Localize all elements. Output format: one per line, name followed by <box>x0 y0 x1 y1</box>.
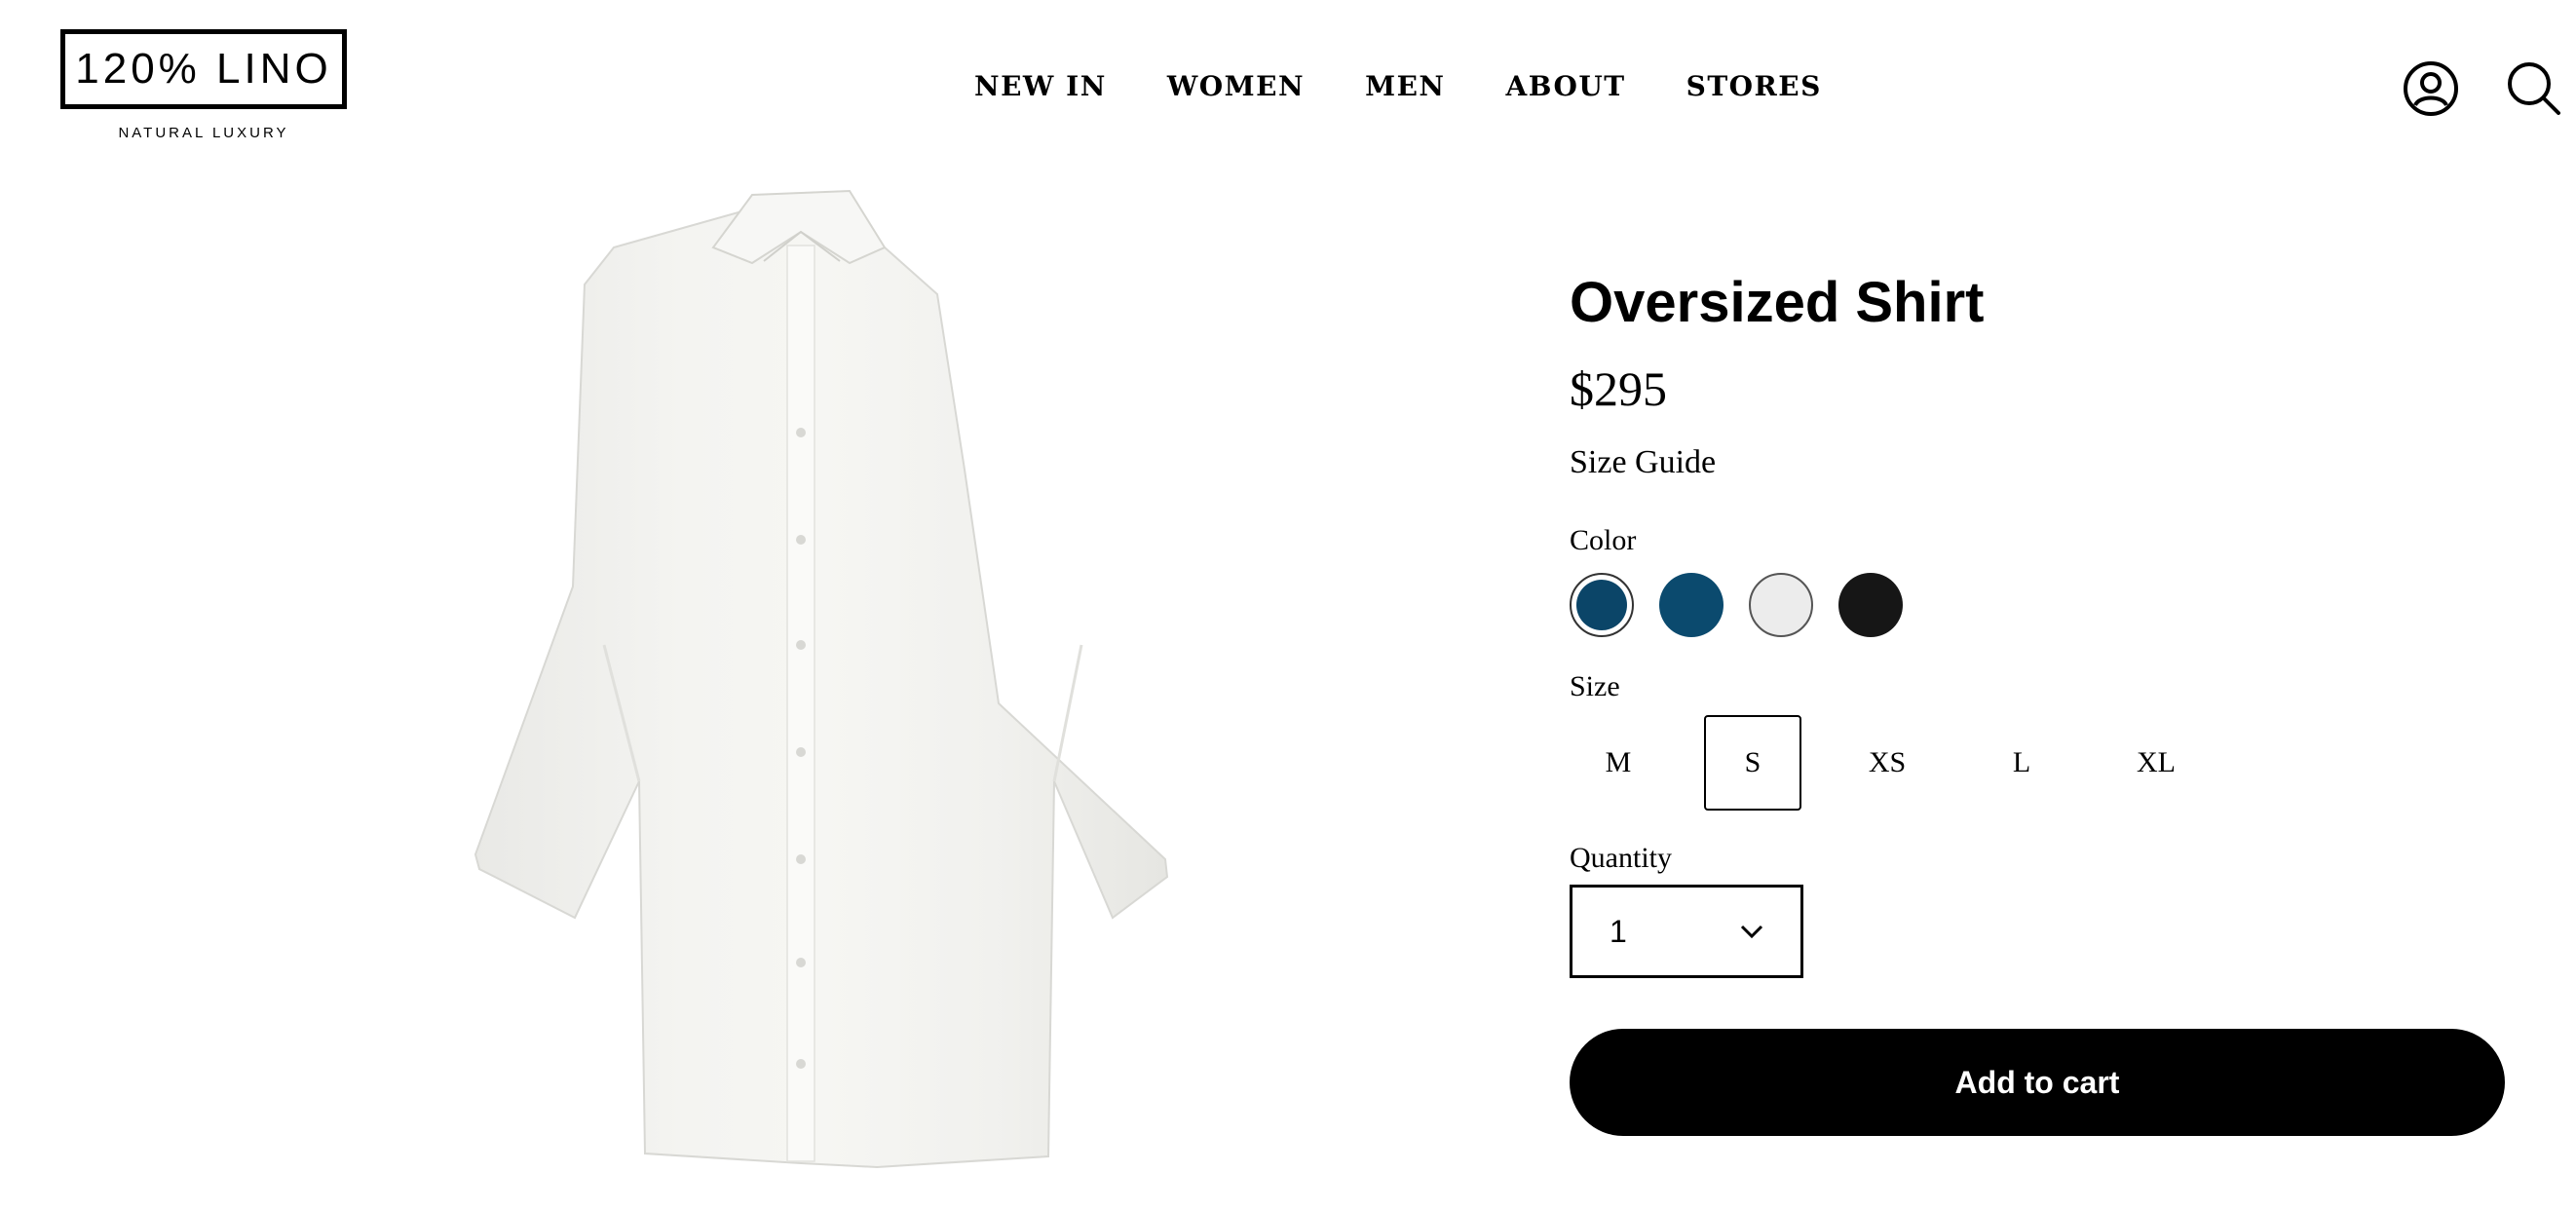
size-option-s[interactable]: S <box>1704 715 1801 811</box>
color-swatches <box>1570 573 2505 637</box>
quantity-value: 1 <box>1610 913 1627 949</box>
color-swatch-deep-blue[interactable] <box>1570 573 1634 637</box>
size-option-m[interactable]: M <box>1570 715 1667 811</box>
nav-new-in[interactable]: NEW IN <box>974 70 1107 102</box>
color-swatch-white[interactable] <box>1749 573 1813 637</box>
quantity-select[interactable]: 1 <box>1570 885 1803 978</box>
account-icon[interactable] <box>2403 60 2459 117</box>
add-to-cart-button[interactable]: Add to cart <box>1570 1029 2505 1136</box>
product-image[interactable] <box>458 177 1179 1171</box>
product-title: Oversized Shirt <box>1570 271 1985 334</box>
main-nav: NEW IN WOMEN MEN ABOUT STORES <box>974 70 1822 102</box>
color-swatch-black[interactable] <box>1838 573 1903 637</box>
header-icons <box>2403 60 2562 117</box>
brand-logo[interactable]: 120% LINO NATURAL LUXURY <box>60 29 353 141</box>
size-guide-link[interactable]: Size Guide <box>1570 444 1716 481</box>
color-label: Color <box>1570 524 1637 556</box>
product-price: $295 <box>1570 361 1667 416</box>
size-options: M S XS L XL <box>1570 715 2505 811</box>
chevron-down-icon <box>1740 925 1763 939</box>
size-label: Size <box>1570 670 1620 702</box>
nav-about[interactable]: ABOUT <box>1506 70 1626 102</box>
color-swatch-deep-blue-2[interactable] <box>1659 573 1724 637</box>
size-option-xs[interactable]: XS <box>1838 715 1936 811</box>
logo-text: 120% LINO <box>60 29 347 109</box>
nav-stores[interactable]: STORES <box>1686 70 1822 102</box>
size-option-xl[interactable]: XL <box>2107 715 2205 811</box>
size-option-l[interactable]: L <box>1973 715 2070 811</box>
nav-men[interactable]: MEN <box>1365 70 1445 102</box>
quantity-label: Quantity <box>1570 842 1672 874</box>
product-info: Oversized Shirt $295 Size Guide Color Si… <box>1570 263 2505 1136</box>
logo-tagline: NATURAL LUXURY <box>118 125 289 141</box>
search-icon[interactable] <box>2506 60 2562 117</box>
nav-women[interactable]: WOMEN <box>1167 70 1305 102</box>
